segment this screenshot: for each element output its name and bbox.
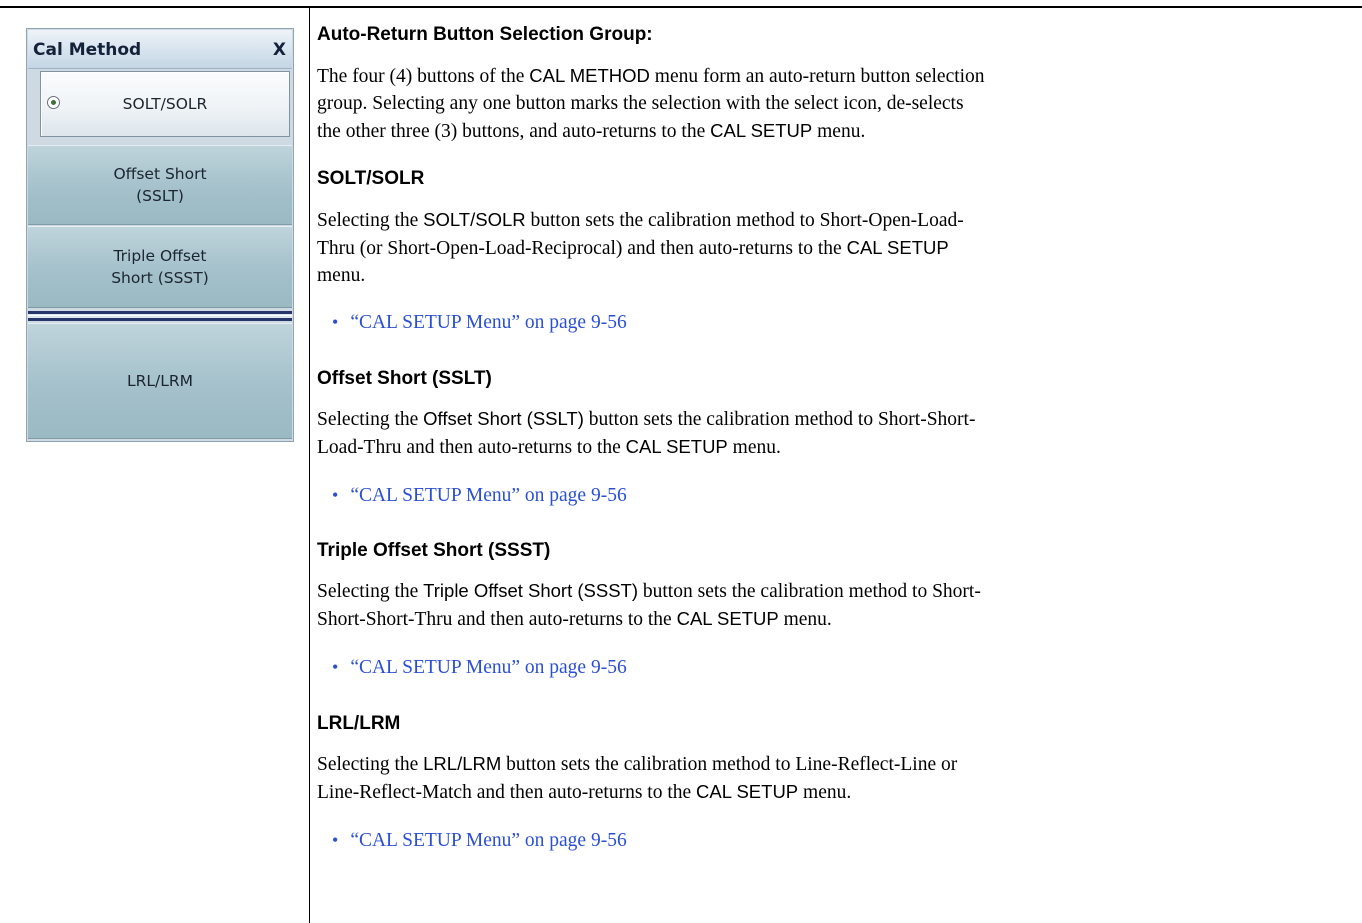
sslt-line-2: Load-Thru and then auto-returns to the C… — [317, 436, 781, 458]
triple-offset-short-ssst-label: Triple Offset Short (SSST) — [111, 247, 209, 287]
lrl-lrm-button[interactable]: LRL/LRM — [28, 323, 292, 439]
offset-short-sslt-label: Offset Short (SSLT) — [113, 165, 207, 205]
menu-separator — [28, 311, 292, 321]
cal-setup-menu-link[interactable]: “CAL SETUP Menu” on page 9-56 — [350, 312, 626, 333]
ssst-paragraph: Selecting the Triple Offset Short (SSST)… — [317, 577, 1357, 633]
select-radio-icon — [47, 96, 60, 109]
column-divider — [309, 7, 310, 923]
triple-offset-short-ssst-button[interactable]: Triple Offset Short (SSST) — [28, 226, 292, 308]
lrl-cal-setup-link-item: • “CAL SETUP Menu” on page 9-56 — [317, 830, 627, 852]
lrl-line-2: Line-Reflect-Match and then auto-returns… — [317, 781, 852, 803]
lrl-heading: LRL/LRM — [317, 713, 401, 734]
solt-line-2: Thru (or Short-Open-Load-Reciprocal) and… — [317, 237, 949, 259]
bullet-icon: • — [332, 830, 339, 850]
offset-short-sslt-button[interactable]: Offset Short (SSLT) — [28, 145, 292, 225]
solt-paragraph: Selecting the SOLT/SOLR button sets the … — [317, 206, 1357, 289]
solt-heading: SOLT/SOLR — [317, 168, 425, 189]
sslt-cal-setup-link-item: • “CAL SETUP Menu” on page 9-56 — [317, 485, 627, 507]
bullet-icon: • — [332, 312, 339, 332]
menu-title-bar: Cal Method X — [28, 30, 292, 69]
sslt-line-1: Selecting the Offset Short (SSLT) button… — [317, 408, 976, 430]
lrl-paragraph: Selecting the LRL/LRM button sets the ca… — [317, 750, 1357, 806]
solt-solr-button[interactable]: SOLT/SOLR — [40, 71, 290, 137]
solt-line-1: Selecting the SOLT/SOLR button sets the … — [317, 209, 964, 231]
ssst-line-2: Short-Short-Thru and then auto-returns t… — [317, 608, 832, 630]
bullet-icon: • — [332, 657, 339, 677]
lrl-line-1: Selecting the LRL/LRM button sets the ca… — [317, 753, 958, 775]
cal-setup-menu-link[interactable]: “CAL SETUP Menu” on page 9-56 — [350, 657, 626, 678]
top-rule — [0, 6, 1362, 8]
cal-method-menu: Cal Method X SOLT/SOLR Offset Short (SSL… — [26, 28, 294, 442]
page: Cal Method X SOLT/SOLR Offset Short (SSL… — [0, 0, 1362, 923]
close-icon[interactable]: X — [273, 40, 286, 60]
intro-heading: Auto-Return Button Selection Group: — [317, 24, 653, 45]
solt-solr-label: SOLT/SOLR — [122, 95, 208, 113]
intro-line-3: the other three (3) buttons, and auto-re… — [317, 120, 866, 142]
intro-paragraph: The four (4) buttons of the CAL METHOD m… — [317, 62, 1357, 145]
menu-title: Cal Method — [33, 40, 142, 60]
ssst-heading: Triple Offset Short (SSST) — [317, 540, 551, 561]
solt-line-3: menu. — [317, 265, 366, 286]
ssst-line-1: Selecting the Triple Offset Short (SSST)… — [317, 580, 981, 602]
bullet-icon: • — [332, 485, 339, 505]
cal-setup-menu-link[interactable]: “CAL SETUP Menu” on page 9-56 — [350, 485, 626, 506]
sslt-paragraph: Selecting the Offset Short (SSLT) button… — [317, 405, 1357, 461]
solt-cal-setup-link-item: • “CAL SETUP Menu” on page 9-56 — [317, 312, 627, 334]
sslt-heading: Offset Short (SSLT) — [317, 368, 492, 389]
intro-line-2: group. Selecting any one button marks th… — [317, 93, 964, 114]
cal-setup-menu-link[interactable]: “CAL SETUP Menu” on page 9-56 — [350, 830, 626, 851]
lrl-lrm-label: LRL/LRM — [126, 372, 194, 390]
intro-line-1: The four (4) buttons of the CAL METHOD m… — [317, 65, 985, 87]
ssst-cal-setup-link-item: • “CAL SETUP Menu” on page 9-56 — [317, 657, 627, 679]
